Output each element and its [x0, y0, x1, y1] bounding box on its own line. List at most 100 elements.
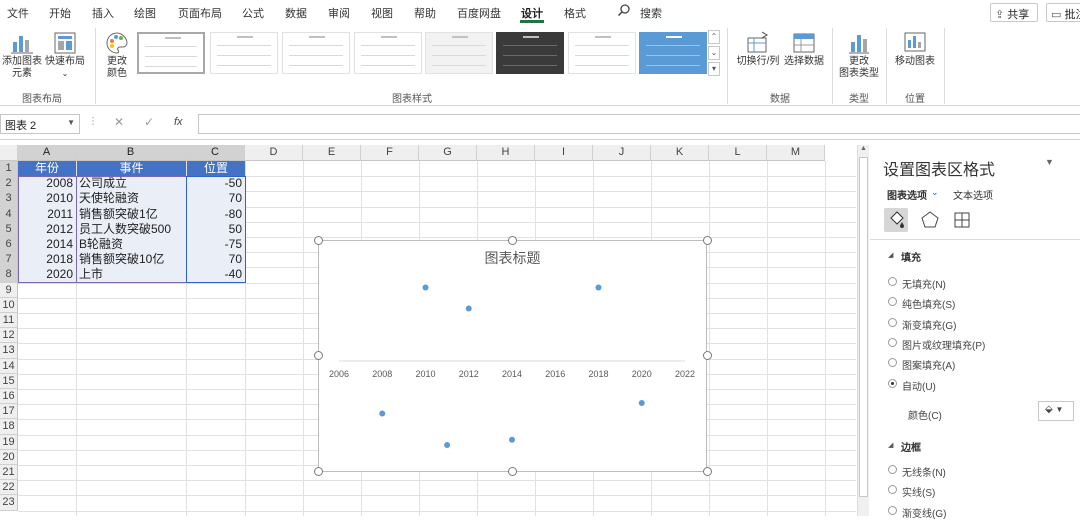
vertical-scrollbar[interactable]: ▲ [857, 145, 869, 516]
header-cell-year[interactable]: 年份 [18, 161, 76, 176]
tab-page-layout[interactable]: 页面布局 [178, 5, 222, 21]
tab-draw[interactable]: 绘图 [134, 5, 156, 21]
chart-style-7[interactable] [568, 32, 636, 74]
row-header[interactable]: 22 [0, 480, 18, 496]
tab-chart-options[interactable]: 图表选项 [887, 187, 927, 202]
gallery-more-button[interactable]: ▾ [708, 62, 720, 76]
radio-button[interactable] [888, 297, 897, 307]
name-box[interactable]: 图表 2 ▼ [0, 114, 80, 134]
resize-handle-top-left[interactable] [314, 236, 323, 245]
border-section-header[interactable]: 边框 [901, 439, 921, 454]
row-header[interactable]: 12 [0, 328, 18, 344]
row-header[interactable]: 14 [0, 358, 18, 374]
change-chart-type-button[interactable]: 更改 图表类型 [838, 30, 880, 80]
column-header[interactable]: B [76, 145, 186, 161]
radio-button[interactable] [888, 337, 897, 347]
radio-option[interactable]: 无填充(N) [888, 276, 946, 291]
radio-button[interactable] [888, 378, 897, 388]
radio-option[interactable]: 自动(U) [888, 378, 936, 393]
resize-handle-right[interactable] [703, 351, 712, 360]
radio-option[interactable]: 图案填充(A) [888, 357, 955, 372]
row-header[interactable]: 6 [0, 237, 18, 253]
chart-plot-area[interactable]: 2006 2008 2010 2012 2014 2016 2018 2020 2022 [319, 241, 708, 473]
radio-button[interactable] [888, 277, 897, 286]
radio-button[interactable] [888, 465, 897, 474]
row-header[interactable]: 20 [0, 449, 18, 465]
column-header[interactable]: M [767, 145, 825, 161]
header-cell-event[interactable]: 事件 [77, 161, 186, 176]
pane-options-chevron-icon[interactable]: ▼ [1045, 157, 1054, 167]
radio-option[interactable]: 实线(S) [888, 484, 935, 499]
fill-color-picker[interactable]: ⬙ ▼ [1038, 401, 1074, 421]
size-properties-tab-icon[interactable] [950, 208, 974, 232]
chart-style-4[interactable] [354, 32, 422, 74]
select-all-corner[interactable] [0, 145, 18, 161]
resize-handle-bottom[interactable] [508, 467, 517, 476]
quick-layout-button[interactable]: 快速布局 ⌄ [44, 30, 86, 80]
tab-data[interactable]: 数据 [285, 5, 307, 21]
row-header[interactable]: 16 [0, 389, 18, 405]
row-header[interactable]: 8 [0, 267, 18, 283]
radio-button[interactable] [888, 505, 897, 515]
row-header[interactable]: 17 [0, 404, 18, 420]
tab-review[interactable]: 审阅 [328, 5, 350, 21]
data-point[interactable] [638, 400, 645, 406]
tab-view[interactable]: 视图 [371, 5, 393, 21]
tab-text-options[interactable]: 文本选项 [953, 187, 993, 202]
tab-design[interactable]: 设计 [521, 5, 543, 21]
row-header[interactable]: 9 [0, 282, 18, 298]
radio-button[interactable] [888, 317, 897, 327]
data-point[interactable] [465, 305, 472, 312]
tab-format[interactable]: 格式 [564, 5, 586, 21]
resize-handle-bottom-left[interactable] [314, 467, 323, 476]
row-header[interactable]: 18 [0, 419, 18, 435]
row-header[interactable]: 1 [0, 161, 18, 177]
comments-button[interactable]: ▭ 批注 [1046, 3, 1080, 22]
fill-line-tab-icon[interactable] [884, 208, 908, 232]
gallery-scroll-down-button[interactable]: ⌄ [708, 46, 720, 60]
gallery-scroll-up-button[interactable]: ⌃ [708, 30, 720, 44]
tab-insert[interactable]: 插入 [92, 5, 114, 21]
column-header[interactable]: G [419, 145, 477, 161]
column-header[interactable]: D [245, 145, 303, 161]
row-header[interactable]: 11 [0, 313, 18, 329]
data-point[interactable] [444, 442, 451, 448]
radio-option[interactable]: 纯色填充(S) [888, 296, 955, 311]
chart-style-2[interactable] [210, 32, 278, 74]
tab-help[interactable]: 帮助 [414, 5, 436, 21]
row-header[interactable]: 23 [0, 495, 18, 511]
scroll-up-icon[interactable]: ▲ [860, 145, 867, 152]
column-header[interactable]: J [593, 145, 651, 161]
column-header[interactable]: K [651, 145, 709, 161]
tab-file[interactable]: 文件 [7, 5, 29, 21]
select-data-button[interactable]: 选择数据 [783, 30, 825, 68]
radio-option[interactable]: 渐变填充(G) [888, 317, 956, 332]
move-chart-button[interactable]: 移动图表 [893, 30, 937, 68]
switch-row-column-button[interactable]: 切换行/列 [735, 30, 781, 68]
tab-formulas[interactable]: 公式 [242, 5, 264, 21]
resize-handle-top[interactable] [508, 236, 517, 245]
search-box[interactable]: 搜索 [640, 5, 662, 21]
row-header[interactable]: 3 [0, 191, 18, 207]
column-header[interactable]: F [361, 145, 419, 161]
column-header[interactable]: H [477, 145, 535, 161]
radio-button[interactable] [888, 485, 897, 495]
add-chart-element-button[interactable]: 添加图表 元素 [2, 30, 42, 80]
change-colors-button[interactable]: 更改 颜色 [100, 30, 134, 80]
row-header[interactable]: 10 [0, 297, 18, 313]
data-point[interactable] [379, 410, 386, 417]
column-header[interactable]: L [709, 145, 767, 161]
tab-home[interactable]: 开始 [49, 5, 71, 21]
row-header[interactable]: 7 [0, 252, 18, 268]
resize-handle-left[interactable] [314, 351, 323, 360]
row-header[interactable]: 4 [0, 206, 18, 222]
row-header[interactable]: 21 [0, 465, 18, 481]
resize-handle-top-right[interactable] [703, 236, 712, 245]
row-header[interactable]: 13 [0, 343, 18, 359]
row-header[interactable]: 15 [0, 373, 18, 389]
chart-style-1[interactable] [137, 32, 205, 74]
row-header[interactable]: 2 [0, 176, 18, 192]
data-point[interactable] [595, 284, 602, 291]
column-header[interactable]: I [535, 145, 593, 161]
insert-function-icon[interactable]: fx [174, 116, 183, 128]
